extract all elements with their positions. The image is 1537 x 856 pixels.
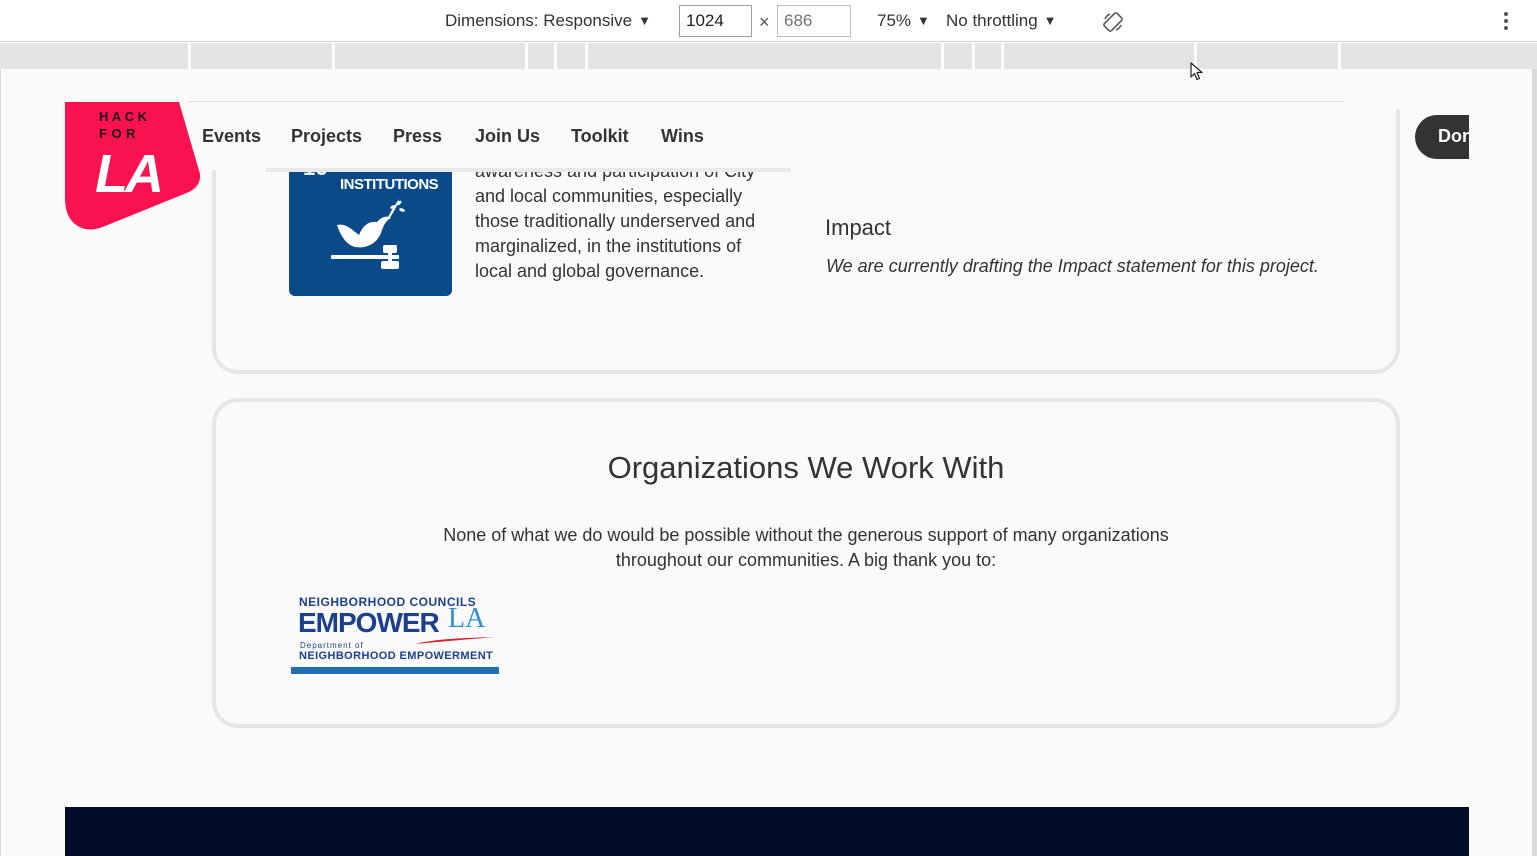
donate-button[interactable]: Don [1415, 115, 1469, 159]
sdg-16-tile: 16 AND STRONG INSTITUTIONS [289, 161, 452, 296]
chevron-down-icon: ▼ [638, 13, 651, 28]
width-input[interactable] [679, 5, 752, 37]
devtools-device-toolbar: Dimensions: Responsive ▼ × 75% ▼ No thrott… [0, 0, 1537, 42]
nav-join-us[interactable]: Join Us [475, 126, 540, 147]
nav-events[interactable]: Events [202, 126, 261, 147]
nav-underline [266, 168, 791, 172]
impact-text: We are currently drafting the Impact sta… [826, 256, 1319, 276]
throttling-label: No throttling [946, 11, 1038, 30]
empower-logo-la: LA [448, 603, 486, 634]
empower-logo-line3: Department of [300, 641, 364, 650]
times-icon: × [759, 12, 770, 32]
hack-for-la-logo[interactable]: HACK FOR LA [65, 102, 200, 232]
chevron-down-icon: ▼ [917, 13, 930, 28]
impact-heading: Impact [825, 215, 892, 240]
sdg-title-line2: INSTITUTIONS [340, 176, 439, 193]
swoosh-icon [415, 637, 495, 644]
empower-logo-line2: EMPOWER [298, 607, 440, 638]
nav-press[interactable]: Press [393, 126, 442, 147]
logo-for: FOR [99, 126, 140, 141]
nav-wins[interactable]: Wins [661, 126, 704, 147]
logo-la: LA [95, 144, 161, 204]
nav-toolkit[interactable]: Toolkit [571, 126, 629, 147]
dove-gavel-icon [331, 199, 405, 269]
zoom-dropdown[interactable]: 75% ▼ [877, 11, 930, 31]
chevron-down-icon: ▼ [1043, 13, 1057, 28]
organizations-intro: None of what we do would be possible wit… [421, 523, 1191, 573]
sdg-description-line: those traditionally underserved and [475, 211, 756, 231]
empower-logo-bar [291, 667, 499, 674]
organizations-intro-line: throughout our communities. A big thank … [615, 550, 997, 570]
empower-logo-line4: NEIGHBORHOOD EMPOWERMENT [299, 650, 494, 662]
sdg-description-line: local and global governance. [475, 261, 705, 281]
page-viewport: 16 AND STRONG INSTITUTIONS awareness and… [0, 69, 1534, 856]
sdg-description: awareness and participation of City and … [475, 159, 775, 284]
zoom-label: 75% [877, 11, 912, 30]
height-input[interactable] [777, 5, 851, 37]
sdg-description-line: and local communities, especially [475, 186, 743, 206]
rotate-icon[interactable] [1102, 11, 1124, 33]
sdg-description-line: marginalized, in the institutions of [475, 236, 742, 256]
more-options-icon[interactable] [1504, 12, 1512, 34]
media-query-ruler[interactable] [0, 43, 1537, 69]
organizations-intro-line: None of what we do would be possible wit… [443, 525, 1169, 545]
nav-projects[interactable]: Projects [291, 126, 362, 147]
mouse-cursor-icon [1190, 62, 1203, 81]
dimensions-label: Dimensions: Responsive [445, 11, 633, 30]
site-footer [65, 807, 1469, 856]
empower-la-logo[interactable]: NEIGHBORHOOD COUNCILS EMPOWER LA Departm… [291, 593, 501, 677]
dimensions-dropdown[interactable]: Dimensions: Responsive ▼ [445, 11, 651, 31]
organizations-heading: Organizations We Work With [607, 450, 1005, 485]
logo-hack: HACK [99, 109, 151, 124]
throttling-dropdown[interactable]: No throttling ▼ [946, 11, 1057, 31]
